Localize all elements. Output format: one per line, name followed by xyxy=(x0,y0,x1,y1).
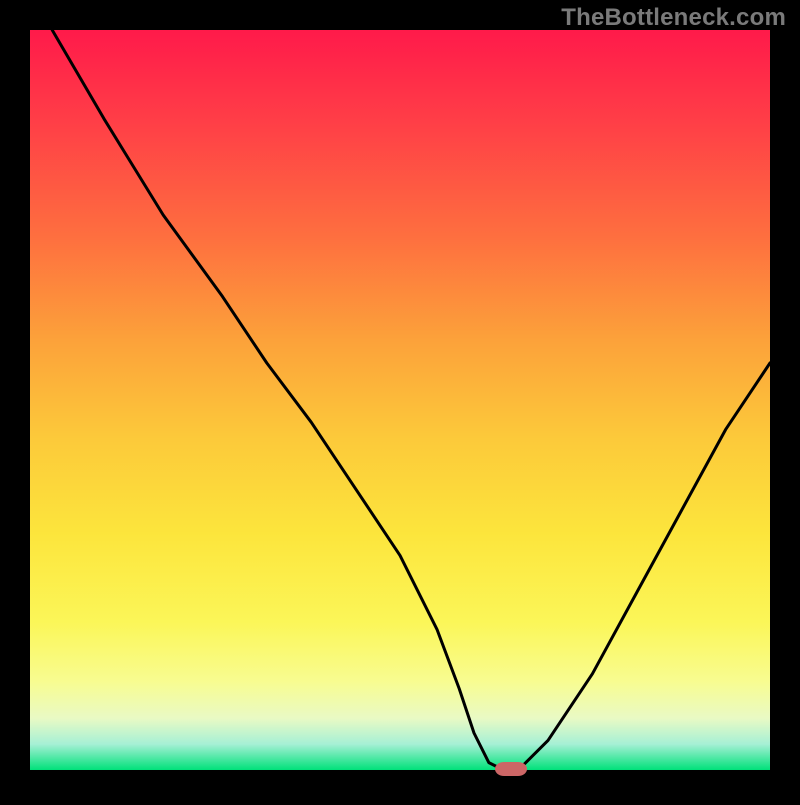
chart-svg xyxy=(0,0,800,800)
optimal-point-marker xyxy=(495,762,527,776)
watermark-text: TheBottleneck.com xyxy=(561,4,786,32)
bottleneck-chart: TheBottleneck.com xyxy=(0,0,800,800)
plot-area xyxy=(30,30,770,770)
